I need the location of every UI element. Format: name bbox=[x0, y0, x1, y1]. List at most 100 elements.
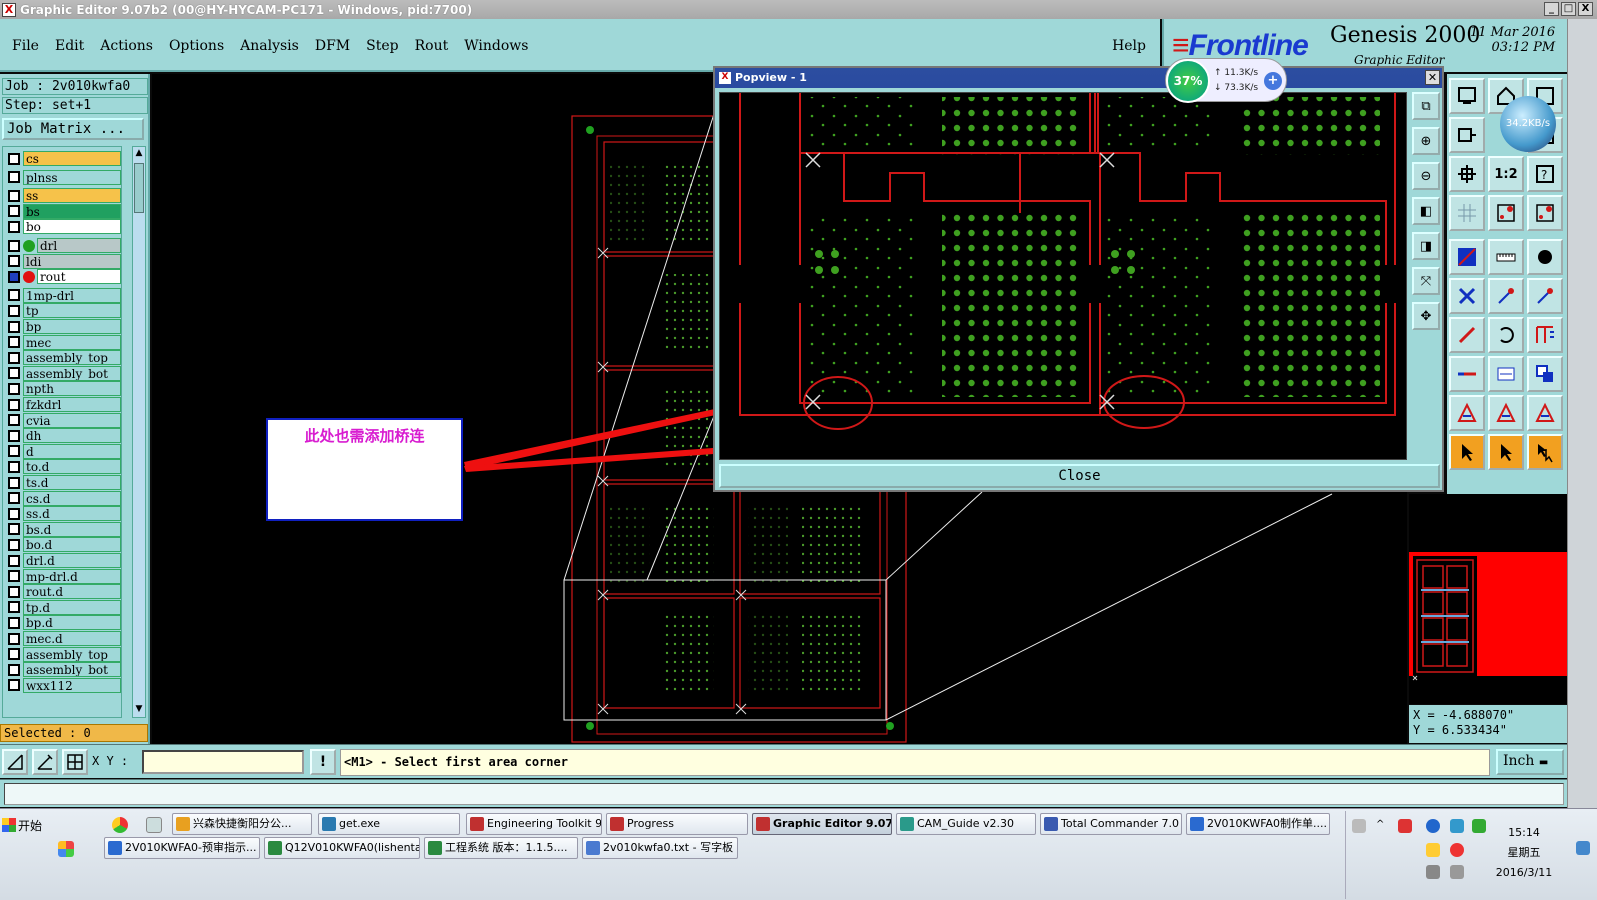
scroll-thumb[interactable] bbox=[134, 163, 144, 213]
layer-row[interactable]: drl bbox=[3, 238, 121, 253]
select-arrow-icon[interactable] bbox=[1449, 434, 1485, 470]
layer-name[interactable]: fzkdrl bbox=[23, 397, 121, 412]
menu-windows[interactable]: Windows bbox=[464, 38, 528, 54]
layer-checkbox[interactable] bbox=[8, 585, 20, 598]
layer-scrollbar[interactable]: ▲ ▼ bbox=[132, 146, 146, 718]
layer-row[interactable]: tp.d bbox=[3, 599, 121, 615]
zoom-icon[interactable] bbox=[1449, 117, 1485, 153]
layer-row[interactable]: assembly_bot bbox=[3, 662, 121, 678]
layer-row[interactable]: ldi bbox=[3, 253, 121, 269]
antivirus-icon[interactable] bbox=[1450, 843, 1464, 857]
layer-row[interactable]: bo bbox=[3, 219, 121, 235]
layer-row[interactable]: dh bbox=[3, 428, 121, 444]
start-button[interactable]: 开始 bbox=[2, 815, 50, 835]
layer-checkbox[interactable] bbox=[8, 152, 20, 165]
layer-checkbox[interactable] bbox=[8, 601, 20, 614]
menu-options[interactable]: Options bbox=[169, 38, 224, 54]
taskbar-item[interactable]: Q12V010KWFA0(lishenta... bbox=[264, 837, 420, 859]
layer-row[interactable]: d bbox=[3, 443, 121, 459]
taskbar-item[interactable]: Progress bbox=[606, 813, 748, 835]
pad-icon[interactable] bbox=[1527, 239, 1563, 275]
grid-icon[interactable] bbox=[1449, 195, 1485, 231]
layer-row[interactable]: bp bbox=[3, 319, 121, 334]
layer-checkbox[interactable] bbox=[8, 270, 20, 283]
layer-row[interactable]: 1mp-drl bbox=[3, 287, 121, 303]
layer-row[interactable]: npth bbox=[3, 381, 121, 397]
layer-name[interactable]: tp.d bbox=[23, 599, 121, 615]
layer-checkbox[interactable] bbox=[8, 538, 20, 551]
layer-name[interactable]: rout.d bbox=[23, 584, 121, 600]
layer-row[interactable]: to.d bbox=[3, 459, 121, 475]
alert-icon[interactable]: ! bbox=[310, 749, 336, 775]
triangle-icon[interactable] bbox=[1449, 395, 1485, 431]
monitor-icon[interactable] bbox=[1426, 865, 1440, 879]
slash-icon[interactable] bbox=[1449, 317, 1485, 353]
layer-checkbox[interactable] bbox=[8, 320, 20, 333]
rotate-icon[interactable] bbox=[1488, 317, 1524, 353]
layer-checkbox[interactable] bbox=[8, 304, 20, 317]
layer-checkbox[interactable] bbox=[8, 239, 20, 252]
layer-row[interactable]: mec bbox=[3, 334, 121, 350]
layer-row[interactable]: bs.d bbox=[3, 521, 121, 537]
layer-name[interactable]: 1mp-drl bbox=[23, 287, 121, 303]
layer-checkbox[interactable] bbox=[8, 382, 20, 395]
show-desktop-icon[interactable] bbox=[1576, 841, 1590, 855]
grid-mode-icon[interactable] bbox=[62, 749, 88, 775]
menu-step[interactable]: Step bbox=[366, 38, 398, 54]
layer-row[interactable]: bo.d bbox=[3, 537, 121, 553]
popview-close-icon[interactable]: ✕ bbox=[1425, 70, 1440, 85]
taskbar-item[interactable]: 2V010KWFA0-预审指示... bbox=[104, 837, 260, 859]
select-area-icon[interactable] bbox=[1488, 434, 1524, 470]
layer-checkbox[interactable] bbox=[8, 476, 20, 489]
layer-name[interactable]: bo.d bbox=[23, 537, 121, 553]
measure-icon[interactable] bbox=[1449, 239, 1485, 275]
menu-dfm[interactable]: DFM bbox=[315, 38, 350, 54]
layer-checkbox[interactable] bbox=[8, 492, 20, 505]
layer-name[interactable]: bp bbox=[23, 319, 121, 334]
layer-name[interactable]: assembly_bot bbox=[23, 365, 121, 381]
network-icon[interactable] bbox=[1450, 819, 1464, 833]
menu-actions[interactable]: Actions bbox=[100, 38, 153, 54]
layer-name[interactable]: to.d bbox=[23, 459, 121, 475]
windows-logo-icon[interactable] bbox=[58, 841, 74, 857]
select-multi-icon[interactable] bbox=[1527, 434, 1563, 470]
close-button[interactable]: X bbox=[1578, 2, 1593, 16]
plus-icon[interactable]: + bbox=[1264, 72, 1282, 90]
menu-rout[interactable]: Rout bbox=[415, 38, 449, 54]
layer-name[interactable]: dh bbox=[23, 428, 121, 444]
popview-fit-icon[interactable]: ⤧ bbox=[1412, 267, 1440, 295]
layer-name[interactable]: bs bbox=[23, 203, 121, 219]
layer-checkbox[interactable] bbox=[8, 507, 20, 520]
layer-row[interactable]: bs bbox=[3, 203, 121, 219]
popview-zoom-out-icon[interactable]: ⊖ bbox=[1412, 162, 1440, 190]
popview-close-button[interactable]: Close bbox=[719, 464, 1440, 488]
layer-name[interactable]: drl.d bbox=[23, 553, 121, 568]
taskbar-item[interactable]: get.exe bbox=[318, 813, 460, 835]
layer-row[interactable]: rout.d bbox=[3, 584, 121, 600]
layer-row[interactable]: assembly_bot bbox=[3, 365, 121, 381]
layer-row[interactable]: assembly_top bbox=[3, 646, 121, 662]
menu-analysis[interactable]: Analysis bbox=[240, 38, 299, 54]
scroll-up-icon[interactable]: ▲ bbox=[134, 148, 144, 160]
layer-row[interactable]: tp bbox=[3, 303, 121, 319]
layer-name[interactable]: d bbox=[23, 443, 121, 459]
layer-name[interactable]: ss bbox=[23, 188, 121, 204]
layer-row[interactable]: fzkdrl bbox=[3, 397, 121, 412]
popview-icon[interactable] bbox=[1449, 78, 1485, 114]
taskbar-item[interactable]: CAM_Guide v2.30 bbox=[896, 813, 1036, 835]
layer-name[interactable]: cvia bbox=[23, 412, 121, 428]
layer-row[interactable]: plnss bbox=[3, 169, 121, 185]
layer-row[interactable]: mec.d bbox=[3, 631, 121, 646]
taskbar-item[interactable]: 2V010KWFA0制作单.... bbox=[1186, 813, 1330, 835]
layer-checkbox[interactable] bbox=[8, 648, 20, 661]
text-icon[interactable] bbox=[1527, 317, 1563, 353]
triangle-mark-icon[interactable] bbox=[1527, 395, 1563, 431]
layer-checkbox[interactable] bbox=[8, 616, 20, 629]
edit-mode-icon[interactable] bbox=[32, 749, 58, 775]
layer-row[interactable]: cvia bbox=[3, 412, 121, 428]
one-to-one-icon[interactable]: 1:2 bbox=[1488, 156, 1524, 192]
query-icon[interactable]: ? bbox=[1527, 156, 1563, 192]
layer-checkbox[interactable] bbox=[8, 205, 20, 218]
layer-checkbox[interactable] bbox=[8, 220, 20, 233]
minimize-button[interactable]: _ bbox=[1544, 2, 1559, 16]
